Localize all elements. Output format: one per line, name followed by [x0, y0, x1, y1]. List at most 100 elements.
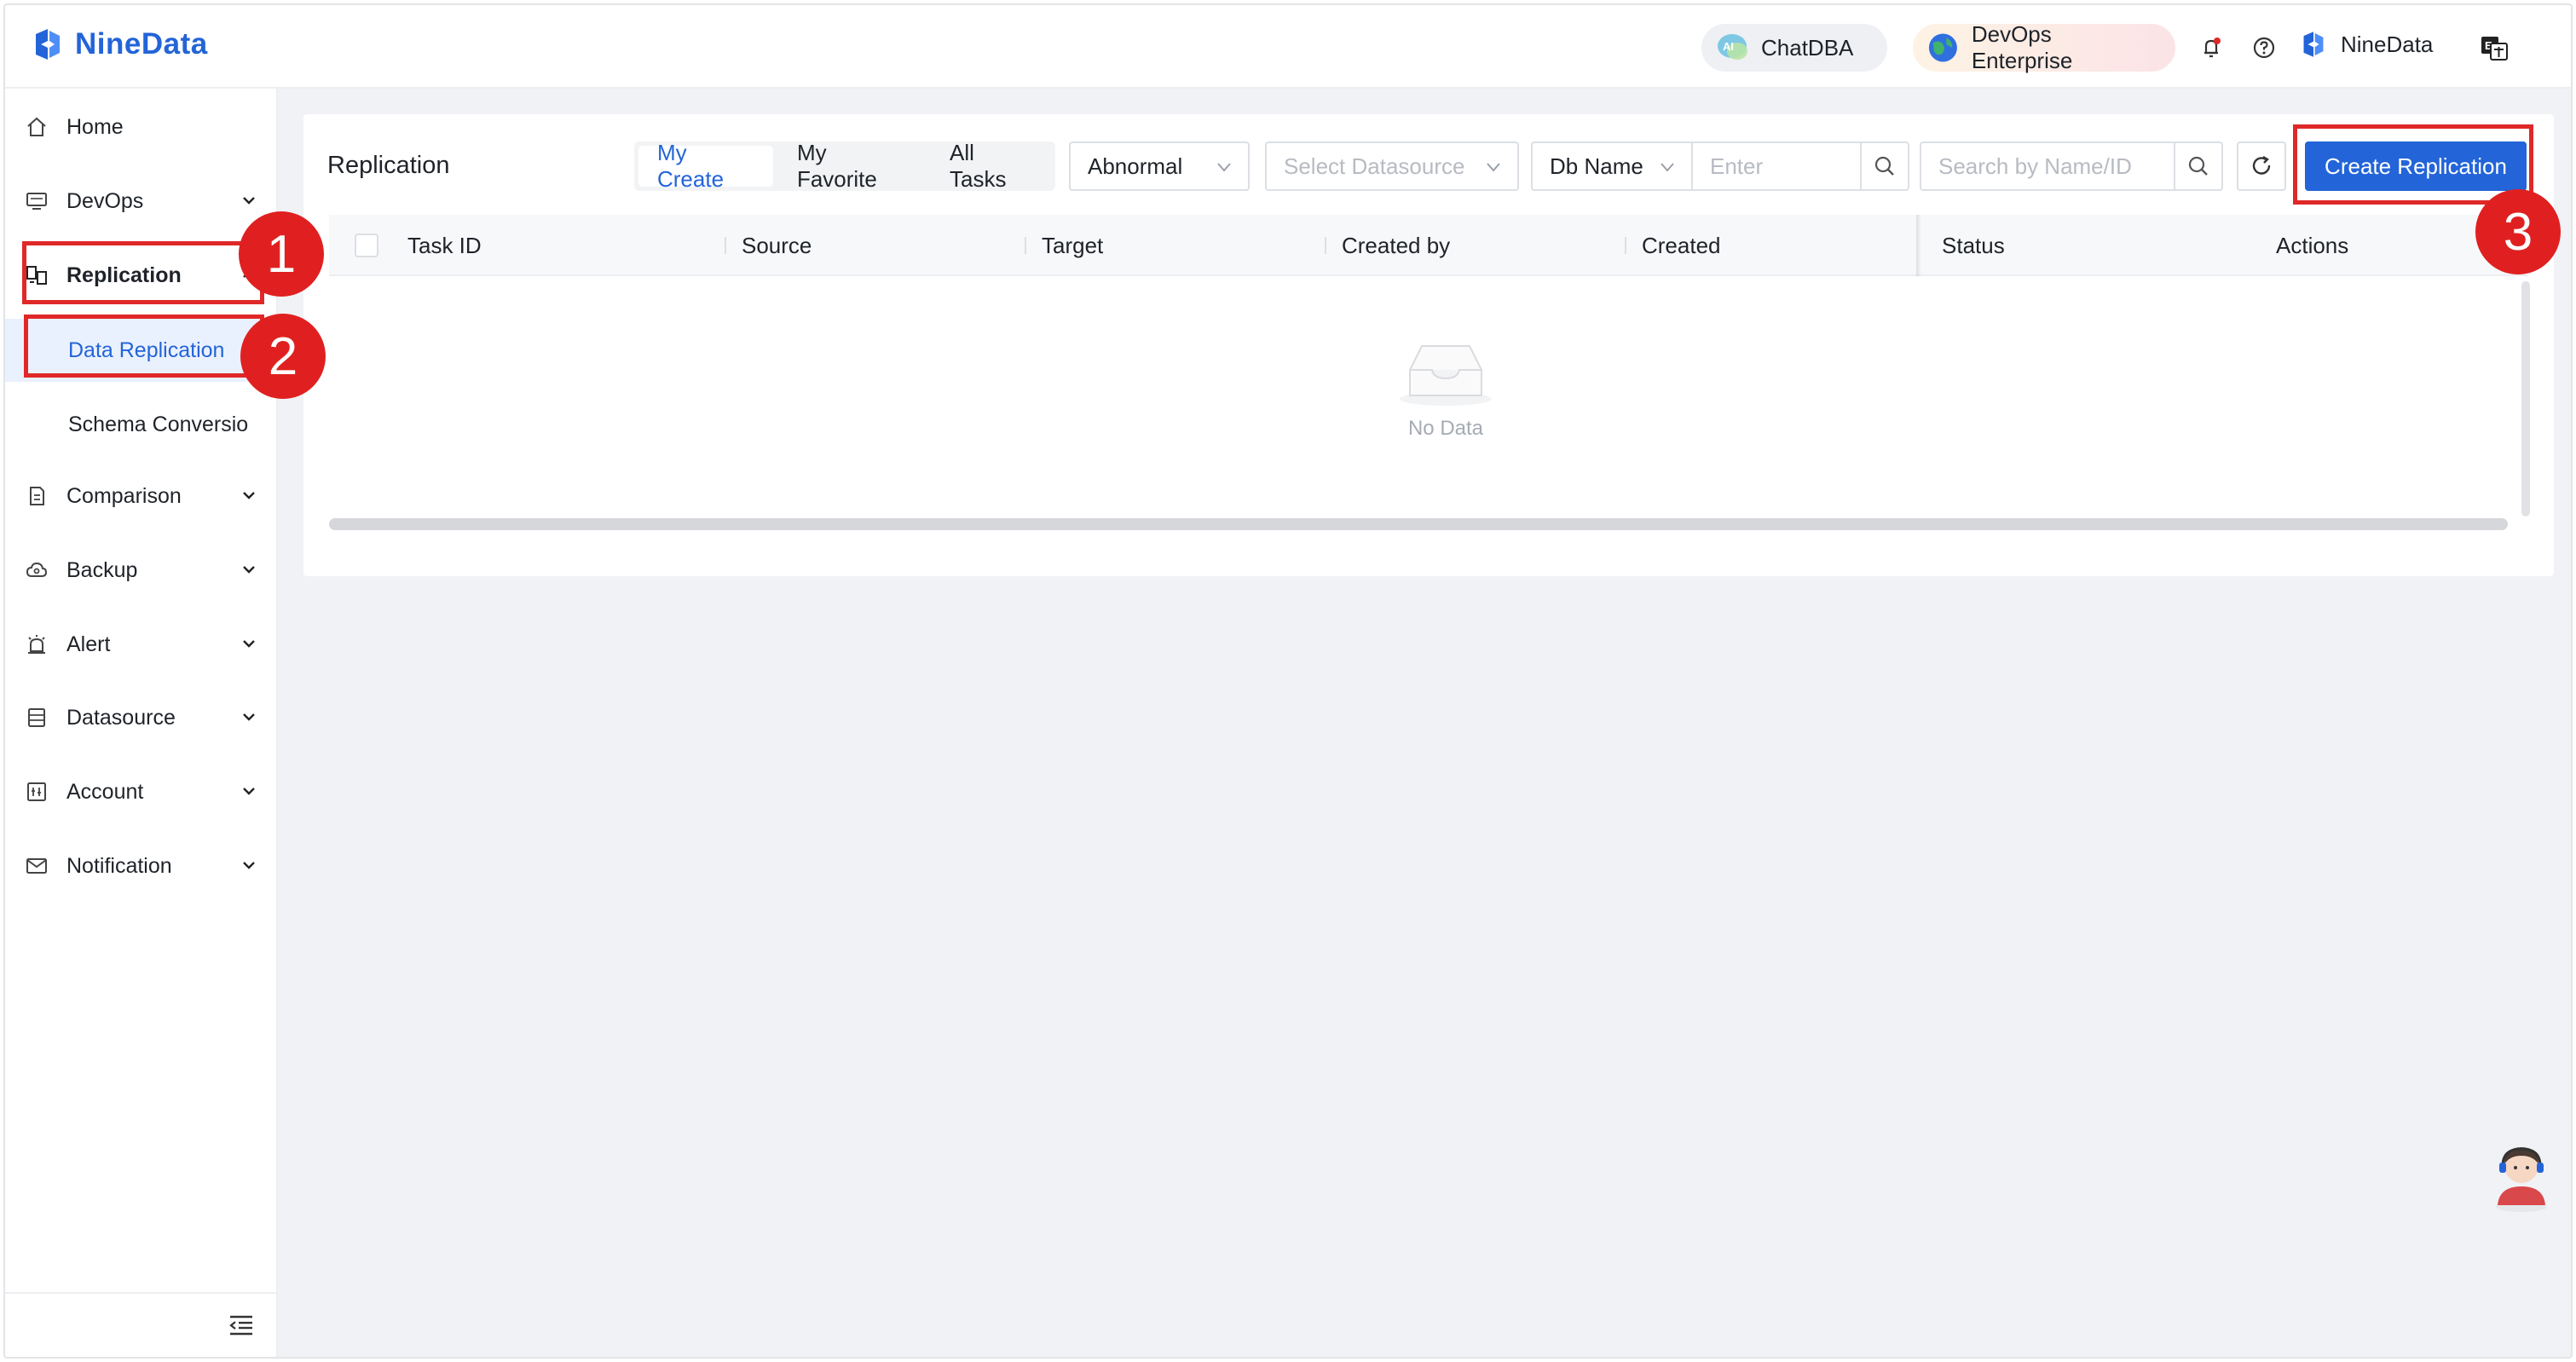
search-button[interactable]: [2174, 141, 2223, 191]
page-title: Replication: [327, 152, 450, 179]
sidebar-item-comparison[interactable]: Comparison: [5, 466, 276, 526]
alarm-icon: [24, 632, 49, 657]
search-name-input[interactable]: Search by Name/ID: [1920, 141, 2175, 191]
sidebar-item-devops[interactable]: DevOps: [5, 171, 276, 231]
db-search-button[interactable]: [1860, 141, 1909, 191]
app-logo[interactable]: NineData: [29, 26, 208, 63]
sidebar-item-label: Backup: [66, 557, 138, 582]
chatdba-button[interactable]: AI ChatDBA: [1701, 24, 1887, 72]
empty-state: No Data: [1360, 336, 1531, 441]
column-divider: [1625, 237, 1626, 254]
chevron-down-icon: [243, 788, 255, 795]
sidebar-item-label: Notification: [66, 853, 172, 878]
refresh-icon: [2252, 155, 2271, 175]
sidebar-item-datasource[interactable]: Datasource: [5, 688, 276, 747]
sidebar-item-label: Comparison: [66, 483, 182, 508]
collapse-menu-icon[interactable]: [228, 1314, 254, 1336]
support-agent-icon[interactable]: [2489, 1139, 2554, 1212]
table-header: Task ID Source Target Created by Created…: [329, 215, 2528, 276]
status-filter-select[interactable]: Abnormal: [1069, 141, 1250, 191]
chevron-down-icon: [243, 862, 255, 869]
globe-icon: [1928, 33, 1957, 62]
app-window: NineData AI ChatDBA DevOps Enterprise Ni…: [3, 3, 2573, 1359]
column-divider: [725, 237, 726, 254]
column-task-id[interactable]: Task ID: [407, 215, 482, 276]
empty-inbox-icon: [1400, 345, 1492, 406]
db-name-value: Db Name: [1550, 153, 1643, 179]
language-icon[interactable]: En: [2479, 32, 2510, 63]
devops-enterprise-badge[interactable]: DevOps Enterprise: [1913, 21, 2175, 73]
column-target[interactable]: Target: [1042, 215, 1103, 276]
logo-text: NineData: [75, 27, 208, 61]
user-name: NineData: [2341, 31, 2434, 57]
db-name-input-placeholder: Enter: [1710, 153, 1764, 179]
ninedata-avatar-icon: [2303, 32, 2324, 57]
status-filter-value: Abnormal: [1088, 153, 1183, 179]
devops-label: DevOps Enterprise: [1971, 21, 2073, 73]
annotation-badge-1: 1: [239, 211, 324, 297]
chatdba-label: ChatDBA: [1761, 34, 1854, 61]
sidebar-item-schema-conversion[interactable]: Schema Conversio: [5, 393, 276, 456]
tab-my-create[interactable]: My Create: [638, 140, 773, 192]
account-icon: [24, 779, 49, 805]
sidebar-item-label: Alert: [66, 632, 111, 656]
db-name-input[interactable]: Enter: [1691, 141, 1862, 191]
annotation-badge-2: 2: [240, 314, 326, 399]
sidebar-item-label: Datasource: [66, 705, 176, 730]
chevron-down-icon: [243, 566, 255, 574]
chevron-down-icon: [1487, 163, 1500, 172]
annotation-box-replication: [22, 241, 264, 304]
tab-my-favorite[interactable]: My Favorite: [778, 140, 926, 192]
replication-card: Replication My Create My Favorite All Ta…: [303, 114, 2554, 576]
annotation-box-data-replication: [24, 315, 264, 378]
db-name-select[interactable]: Db Name: [1531, 141, 1693, 191]
bell-icon[interactable]: [2198, 34, 2225, 61]
sidebar-item-alert[interactable]: Alert: [5, 615, 276, 674]
search-icon: [1874, 156, 1894, 176]
column-actions: Actions: [2276, 232, 2349, 258]
user-menu[interactable]: NineData: [2298, 29, 2433, 60]
tab-all-tasks[interactable]: All Tasks: [931, 140, 1051, 192]
column-created[interactable]: Created: [1642, 215, 1721, 276]
cloud-icon: [24, 557, 49, 583]
chevron-down-icon: [1217, 163, 1231, 172]
sidebar-item-account[interactable]: Account: [5, 762, 276, 822]
column-created-by[interactable]: Created by: [1342, 215, 1450, 276]
column-status[interactable]: Status: [1942, 215, 2005, 276]
help-icon[interactable]: [2250, 34, 2278, 61]
chevron-down-icon: [243, 197, 255, 205]
document-icon: [24, 483, 49, 509]
sidebar-item-label: Schema Conversio: [68, 412, 249, 436]
svg-text:AI: AI: [1723, 40, 1734, 53]
chevron-down-icon: [243, 640, 255, 648]
vertical-scrollbar[interactable]: [2521, 281, 2530, 517]
sidebar-item-home[interactable]: Home: [5, 97, 276, 157]
sidebar-footer: [5, 1292, 276, 1357]
sidebar-item-backup[interactable]: Backup: [5, 540, 276, 600]
sidebar-item-label: Home: [66, 114, 124, 139]
sidebar-item-label: DevOps: [66, 188, 144, 213]
chevron-down-icon: [1661, 163, 1674, 172]
column-source[interactable]: Source: [742, 215, 811, 276]
empty-text: No Data: [1407, 417, 1484, 440]
select-all-checkbox[interactable]: [355, 234, 378, 257]
sidebar-item-notification[interactable]: Notification: [5, 836, 276, 896]
annotation-box-create-replication: [2293, 124, 2533, 205]
horizontal-scrollbar[interactable]: [329, 518, 2508, 530]
top-header: NineData AI ChatDBA DevOps Enterprise Ni…: [5, 5, 2571, 89]
mail-icon: [24, 853, 49, 879]
column-divider: [1025, 237, 1026, 254]
database-icon: [24, 705, 49, 730]
home-icon: [24, 114, 49, 140]
ai-chat-icon: AI: [1718, 34, 1747, 60]
fixed-column-shadow: [1916, 215, 1921, 276]
task-scope-tabs: My Create My Favorite All Tasks: [634, 140, 1055, 192]
monitor-icon: [24, 188, 49, 214]
datasource-select[interactable]: Select Datasource: [1265, 141, 1519, 191]
sidebar-item-label: Account: [66, 779, 144, 804]
chevron-down-icon: [243, 713, 255, 721]
column-divider: [1325, 237, 1326, 254]
refresh-button[interactable]: [2237, 141, 2286, 191]
datasource-placeholder: Select Datasource: [1284, 153, 1465, 179]
search-placeholder: Search by Name/ID: [1938, 153, 2132, 179]
